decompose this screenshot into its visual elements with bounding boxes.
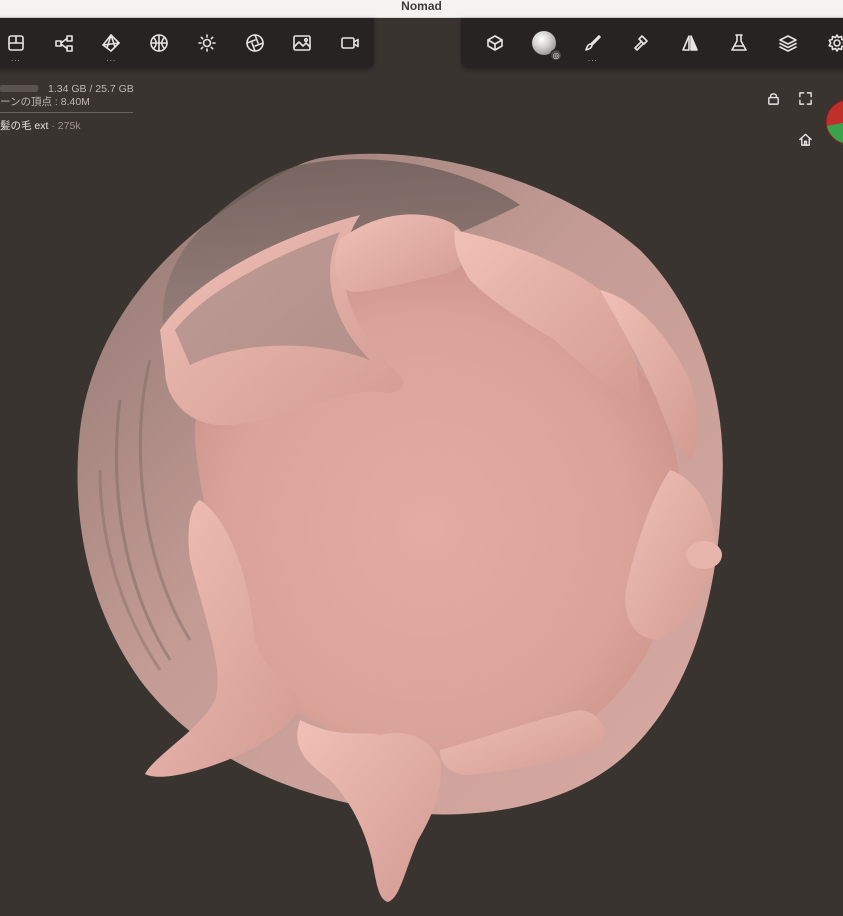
material-button[interactable] <box>135 18 183 68</box>
mesh-name: 髪の毛 ext <box>0 120 49 132</box>
hair-mesh[interactable] <box>77 153 723 902</box>
fullscreen-icon <box>798 91 812 105</box>
material-sphere-icon <box>150 34 168 52</box>
mesh-vertex-count: 275k <box>57 120 81 132</box>
lock-button[interactable] <box>763 88 783 108</box>
scene-more-dots: ... <box>11 54 21 63</box>
info-divider <box>0 112 133 113</box>
light-button[interactable] <box>183 18 231 68</box>
main-toolbar-left: ... ... <box>0 18 374 68</box>
flask-button[interactable] <box>715 18 764 68</box>
background-icon <box>293 35 312 51</box>
viewport-scene <box>77 153 723 902</box>
main-toolbar-right: ◎ ... <box>461 18 843 68</box>
window-titlebar: Nomad <box>0 0 843 18</box>
home-icon <box>798 133 812 146</box>
scene-info-panel: 1.34 GB / 25.7 GB ーンの頂点 : 8.40M 髪の毛 ext … <box>0 82 140 133</box>
hammer-button[interactable] <box>617 18 666 68</box>
camera-button[interactable] <box>326 18 374 68</box>
hammer-icon <box>633 35 648 51</box>
orientation-gizmo-icon <box>826 100 843 145</box>
memory-bar <box>0 85 38 92</box>
layers-button[interactable] <box>764 18 813 68</box>
camera-icon <box>341 37 359 49</box>
brush-icon <box>585 35 601 51</box>
window-title: Nomad <box>401 0 442 13</box>
fullscreen-button[interactable] <box>795 88 815 108</box>
scene-icon <box>8 35 24 51</box>
symmetry-button[interactable] <box>666 18 715 68</box>
memory-row: 1.34 GB / 25.7 GB <box>0 82 140 95</box>
symmetry-icon <box>682 35 699 51</box>
light-icon <box>198 34 216 52</box>
home-view-button[interactable] <box>795 129 815 149</box>
brush-more-dots: ... <box>588 54 598 63</box>
gizmo-transform-button[interactable] <box>471 18 520 68</box>
lock-icon <box>767 92 779 105</box>
settings-gear-icon <box>828 34 843 52</box>
vertex-count: ーンの頂点 : 8.40M <box>0 96 90 108</box>
gizmo-transform-icon <box>487 35 504 51</box>
shading-button[interactable] <box>231 18 279 68</box>
node-graph-button[interactable] <box>40 18 88 68</box>
background-button[interactable] <box>279 18 327 68</box>
topology-more-dots: ... <box>106 54 117 63</box>
scene-button[interactable]: ... <box>0 18 40 68</box>
settings-button[interactable] <box>812 18 843 68</box>
brush-alpha-button[interactable]: ◎ <box>520 18 569 68</box>
flask-icon <box>731 34 747 51</box>
brush-alpha-icon: ◎ <box>532 31 563 61</box>
memory-usage: 1.34 GB / 25.7 GB <box>48 82 134 95</box>
selected-mesh-row[interactable]: 髪の毛 ext · 275k <box>0 119 140 133</box>
brush-button[interactable]: ... <box>569 18 618 68</box>
topology-button[interactable]: ... <box>88 18 136 68</box>
mesh-separator: · <box>48 120 58 132</box>
shading-icon <box>245 34 264 52</box>
topology-icon <box>102 34 121 52</box>
layers-icon <box>779 35 797 52</box>
node-graph-icon <box>54 35 73 52</box>
orientation-gizmo[interactable] <box>826 96 843 148</box>
settings-badge-icon: ◎ <box>550 49 563 61</box>
